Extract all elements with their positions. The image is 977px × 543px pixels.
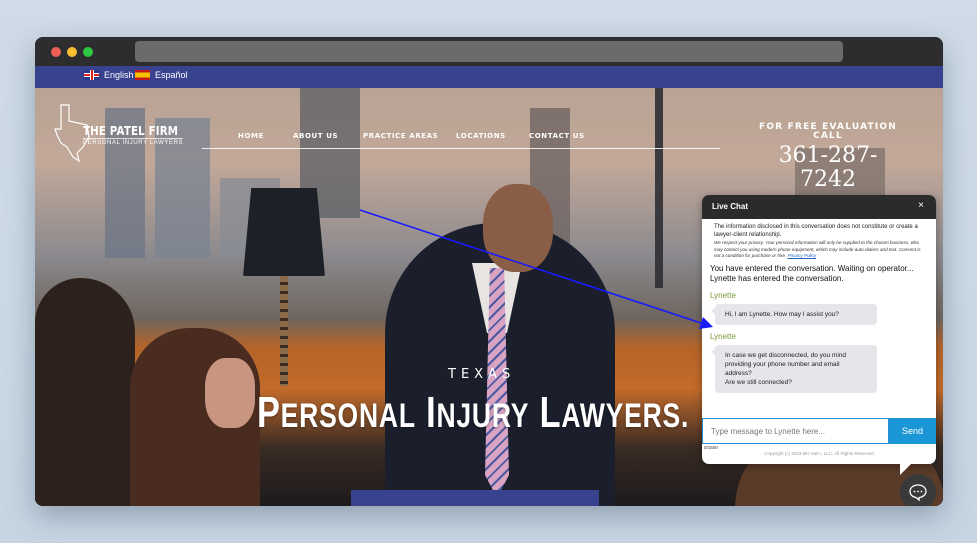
message-sender: Lynette: [710, 331, 736, 341]
lamp-shade: [243, 188, 325, 276]
language-english-link[interactable]: English: [84, 70, 134, 80]
language-label: English: [104, 70, 134, 80]
chat-tail: [900, 463, 912, 475]
phone-line: 361-287-: [778, 143, 878, 168]
chat-message: In case we get disconnected, do you mind…: [711, 344, 877, 393]
address-bar[interactable]: [135, 41, 843, 62]
logo-tagline: PERSONAL INJURY LAWYERS: [83, 138, 184, 146]
title-word: INJURY: [426, 388, 530, 437]
title-word: LAWYERS.: [539, 388, 690, 437]
chat-compose: Type message to Lynette here... Send: [702, 418, 936, 444]
language-spanish-link[interactable]: Español: [135, 70, 188, 80]
system-message: You have entered the conversation. Waiti…: [710, 263, 914, 283]
chat-transcript: The information disclosed in this conver…: [702, 219, 936, 393]
chat-copyright: Copyright (c) 2023 MH Sub I, LLC. All Ri…: [764, 451, 874, 456]
uk-flag-icon: [84, 70, 99, 80]
chat-header: Live Chat ×: [702, 195, 936, 219]
logo-firm-name: THE PATEL FIRM: [83, 123, 179, 138]
free-evaluation-label: FOR FREE EVALUATION CALL: [753, 123, 903, 141]
live-chat-widget: Live Chat × The information disclosed in…: [702, 195, 936, 475]
maximize-window-button[interactable]: [83, 47, 93, 57]
chat-disclaimer: The information disclosed in this conver…: [714, 224, 918, 238]
nav-contact-us[interactable]: CONTACT US: [529, 132, 585, 140]
lamp-base: [280, 276, 288, 386]
message-sender: Lynette: [710, 290, 736, 300]
window-frame: [655, 88, 663, 288]
chat-launcher-button[interactable]: [900, 474, 936, 506]
cta-label-line: CALL: [813, 131, 843, 141]
chat-title: Live Chat: [712, 202, 749, 211]
nav-home[interactable]: HOME: [238, 132, 264, 140]
nav-about-us[interactable]: ABOUT US: [293, 132, 338, 140]
hero-cta-bar[interactable]: [351, 490, 599, 506]
phone-number-link[interactable]: 361-287- 7242: [753, 144, 903, 192]
main-nav: HOME ABOUT US PRACTICE AREAS LOCATIONS C…: [202, 129, 720, 149]
privacy-notice: We respect your privacy. Your personal i…: [714, 240, 921, 259]
close-icon[interactable]: ×: [918, 200, 924, 211]
close-window-button[interactable]: [51, 47, 61, 57]
person-silhouette: [35, 278, 135, 506]
character-counter: 0/1500: [704, 445, 718, 450]
phone-line: 7242: [800, 167, 856, 192]
nav-locations[interactable]: LOCATIONS: [456, 132, 506, 140]
browser-titlebar: [35, 37, 943, 66]
chat-bubble-icon: [909, 484, 927, 502]
language-label: Español: [155, 70, 188, 80]
language-bar: English Español: [35, 66, 943, 88]
nav-practice-areas[interactable]: PRACTICE AREAS: [363, 132, 438, 140]
person-face: [205, 358, 255, 428]
spain-flag-icon: [135, 70, 150, 80]
title-word: PERSONAL: [257, 388, 416, 437]
browser-window: English Español THE PATEL FIRM PERSONAL …: [35, 37, 943, 506]
hero-title: PERSONAL INJURY LAWYERS.: [257, 388, 689, 438]
chat-message: Hi, I am Lynette. How may I assist you?: [711, 303, 877, 325]
hero-subtitle: TEXAS: [448, 367, 516, 382]
chat-message-input[interactable]: Type message to Lynette here...: [702, 418, 889, 444]
send-button[interactable]: Send: [889, 418, 936, 444]
minimize-window-button[interactable]: [67, 47, 77, 57]
firm-logo[interactable]: THE PATEL FIRM PERSONAL INJURY LAWYERS: [53, 103, 213, 163]
privacy-policy-link[interactable]: Privacy Policy: [788, 253, 817, 258]
attorney-head: [483, 184, 553, 272]
